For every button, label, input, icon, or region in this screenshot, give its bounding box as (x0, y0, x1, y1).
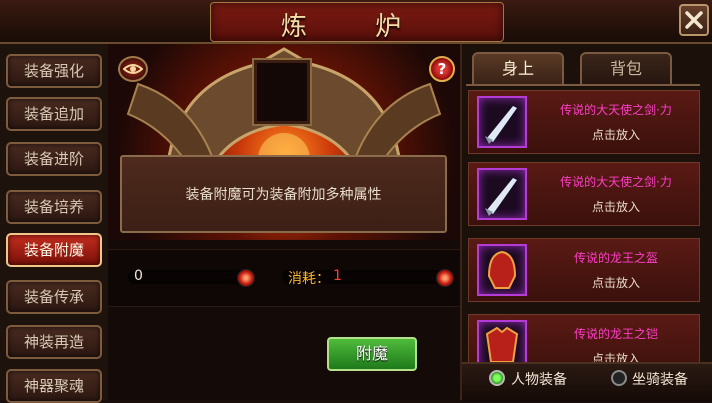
left-menu: 装备强化 装备追加 装备进阶 装备培养 装备附魔 装备传承 神装再造 神器聚魂 (0, 44, 108, 403)
item-action: 点击放入 (591, 276, 640, 290)
preview-button[interactable] (118, 56, 148, 82)
menu-item-append[interactable]: 装备追加 (6, 97, 102, 131)
helmet-icon (477, 244, 527, 296)
item-name: 传说的龙王之盔 (573, 251, 658, 265)
info-text: 装备附魔可为装备附加多种属性 (185, 187, 382, 203)
mount-equipment-label: 坐骑装备 (632, 372, 688, 388)
current-value: 0 (134, 268, 143, 284)
equipment-slot[interactable] (254, 60, 310, 124)
menu-item-strengthen[interactable]: 装备强化 (6, 54, 102, 88)
current-value-bar (128, 270, 248, 284)
sword-icon (477, 96, 527, 148)
eye-icon (123, 64, 143, 74)
window-title: 炼 炉 (280, 12, 432, 42)
list-item[interactable]: 传说的龙王之盔 点击放入 (468, 238, 700, 302)
item-name: 传说的大天使之剑·力 (560, 103, 672, 117)
sword-icon (477, 168, 527, 220)
tab-bag[interactable]: 背包 (580, 52, 672, 84)
mount-equipment-radio[interactable] (611, 370, 627, 386)
enchant-button[interactable]: 附魔 (327, 337, 417, 371)
menu-item-cultivate[interactable]: 装备培养 (6, 190, 102, 224)
list-item[interactable]: 传说的大天使之剑·力 点击放入 (468, 90, 700, 154)
menu-item-enchant[interactable]: 装备附魔 (6, 233, 102, 267)
menu-item-inherit[interactable]: 装备传承 (6, 280, 102, 314)
cost-value: 1 (333, 268, 342, 284)
help-button[interactable]: ? (429, 56, 455, 82)
cost-label: 消耗： (288, 271, 330, 287)
list-item[interactable]: 传说的大天使之剑·力 点击放入 (468, 162, 700, 226)
item-name: 传说的龙王之铠 (573, 327, 658, 341)
tab-on-body[interactable]: 身上 (472, 52, 564, 84)
gem-icon (237, 269, 255, 287)
character-equipment-label: 人物装备 (511, 372, 567, 388)
title-bar: 炼 炉 (0, 0, 712, 44)
menu-item-advance[interactable]: 装备进阶 (6, 142, 102, 176)
menu-item-soul[interactable]: 神器聚魂 (6, 369, 102, 403)
close-button[interactable] (679, 4, 709, 36)
gem-icon (436, 269, 454, 287)
character-equipment-radio[interactable] (489, 370, 505, 386)
item-name: 传说的大天使之剑·力 (560, 175, 672, 189)
item-action: 点击放入 (591, 128, 640, 142)
info-box: 装备附魔可为装备附加多种属性 (120, 155, 447, 233)
menu-item-remake[interactable]: 神装再造 (6, 325, 102, 359)
close-icon (685, 11, 703, 29)
item-action: 点击放入 (591, 200, 640, 214)
